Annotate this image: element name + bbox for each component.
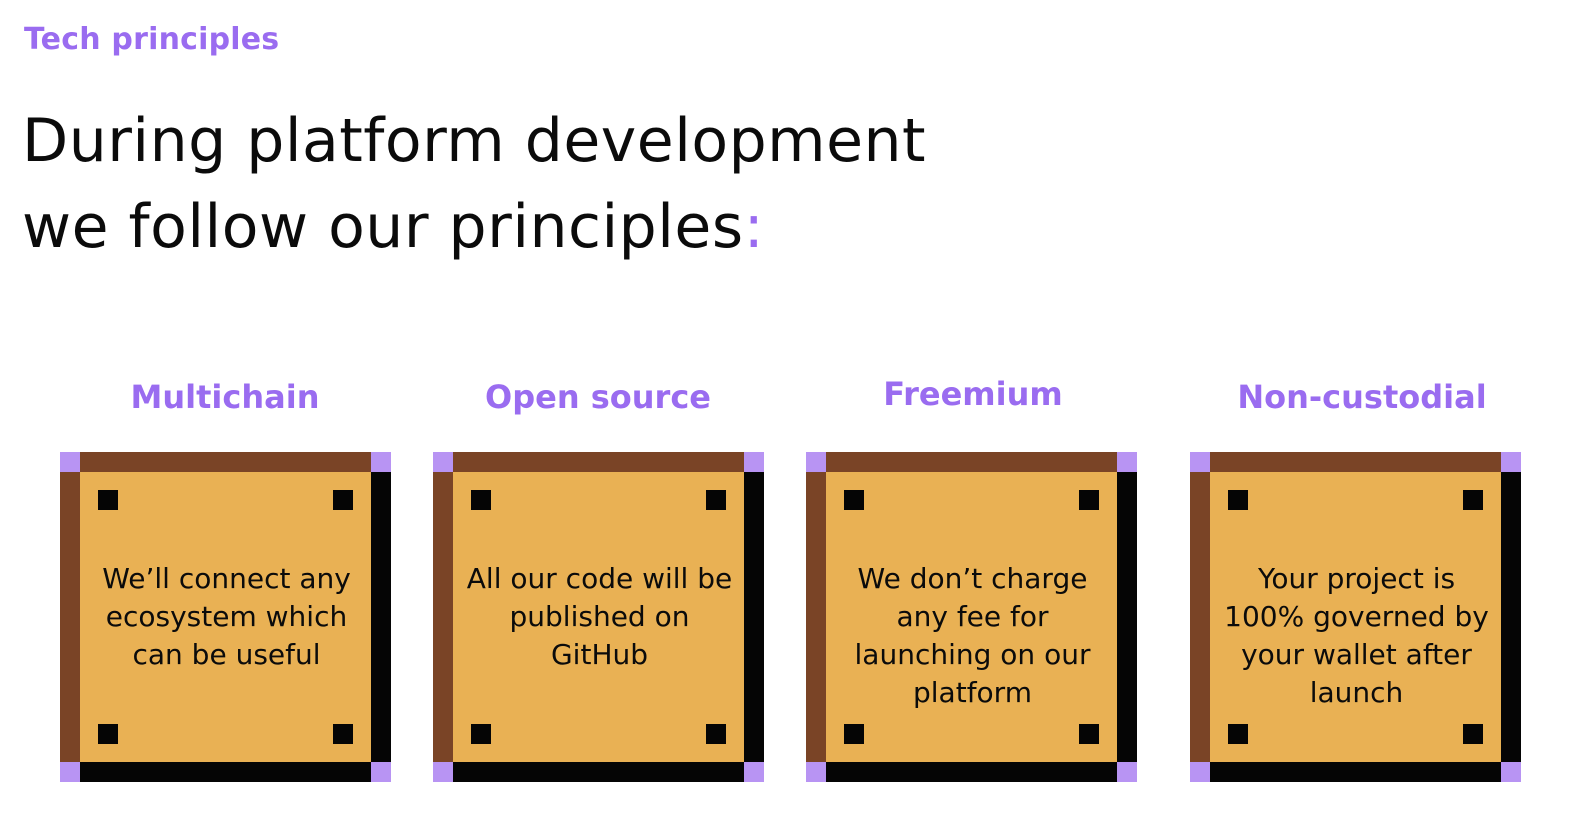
rivet-icon <box>1079 490 1099 510</box>
corner-pixel <box>60 762 80 782</box>
principle-title-freemium: Freemium <box>883 375 1063 413</box>
rivet-icon <box>98 724 118 744</box>
corner-pixel <box>60 452 80 472</box>
corner-pixel <box>744 452 764 472</box>
principle-description: Your project is 100% governed by your wa… <box>1224 562 1489 709</box>
principle-description: We’ll connect any ecosystem which can be… <box>102 562 351 671</box>
corner-pixel <box>1501 452 1521 472</box>
corner-pixel <box>1190 452 1210 472</box>
rivet-icon <box>1228 724 1248 744</box>
corner-pixel <box>433 762 453 782</box>
heading-colon: : <box>743 192 765 262</box>
rivet-icon <box>844 724 864 744</box>
corner-pixel <box>1117 452 1137 472</box>
principle-description: All our code will be published on GitHub <box>466 562 733 671</box>
rivet-icon <box>1079 724 1099 744</box>
corner-pixel <box>433 452 453 472</box>
corner-pixel <box>806 762 826 782</box>
rivet-icon <box>471 490 491 510</box>
principle-card-non-custodial: Your project is 100% governed by your wa… <box>1190 452 1521 782</box>
rivet-icon <box>706 490 726 510</box>
principle-card-multichain: We’ll connect any ecosystem which can be… <box>60 452 391 782</box>
heading-line-1: During platform development <box>22 106 927 176</box>
rivet-icon <box>706 724 726 744</box>
rivet-icon <box>98 490 118 510</box>
rivet-icon <box>1228 490 1248 510</box>
rivet-icon <box>844 490 864 510</box>
corner-pixel <box>806 452 826 472</box>
rivet-icon <box>471 724 491 744</box>
heading-line-2: we follow our principles <box>22 192 744 262</box>
corner-pixel <box>371 762 391 782</box>
principle-title-open-source: Open source <box>485 378 711 416</box>
rivet-icon <box>1463 724 1483 744</box>
rivet-icon <box>333 724 353 744</box>
principle-card-open-source: All our code will be published on GitHub <box>433 452 764 782</box>
principle-title-multichain: Multichain <box>130 378 320 416</box>
rivet-icon <box>333 490 353 510</box>
rivet-icon <box>1463 490 1483 510</box>
corner-pixel <box>1190 762 1210 782</box>
corner-pixel <box>1501 762 1521 782</box>
section-heading: During platform development we follow ou… <box>22 98 926 270</box>
section-eyebrow: Tech principles <box>24 22 280 57</box>
principle-description: We don’t charge any fee for launching on… <box>854 562 1091 709</box>
corner-pixel <box>1117 762 1137 782</box>
principle-title-non-custodial: Non-custodial <box>1237 378 1487 416</box>
corner-pixel <box>371 452 391 472</box>
principle-card-freemium: We don’t charge any fee for launching on… <box>806 452 1137 782</box>
corner-pixel <box>744 762 764 782</box>
